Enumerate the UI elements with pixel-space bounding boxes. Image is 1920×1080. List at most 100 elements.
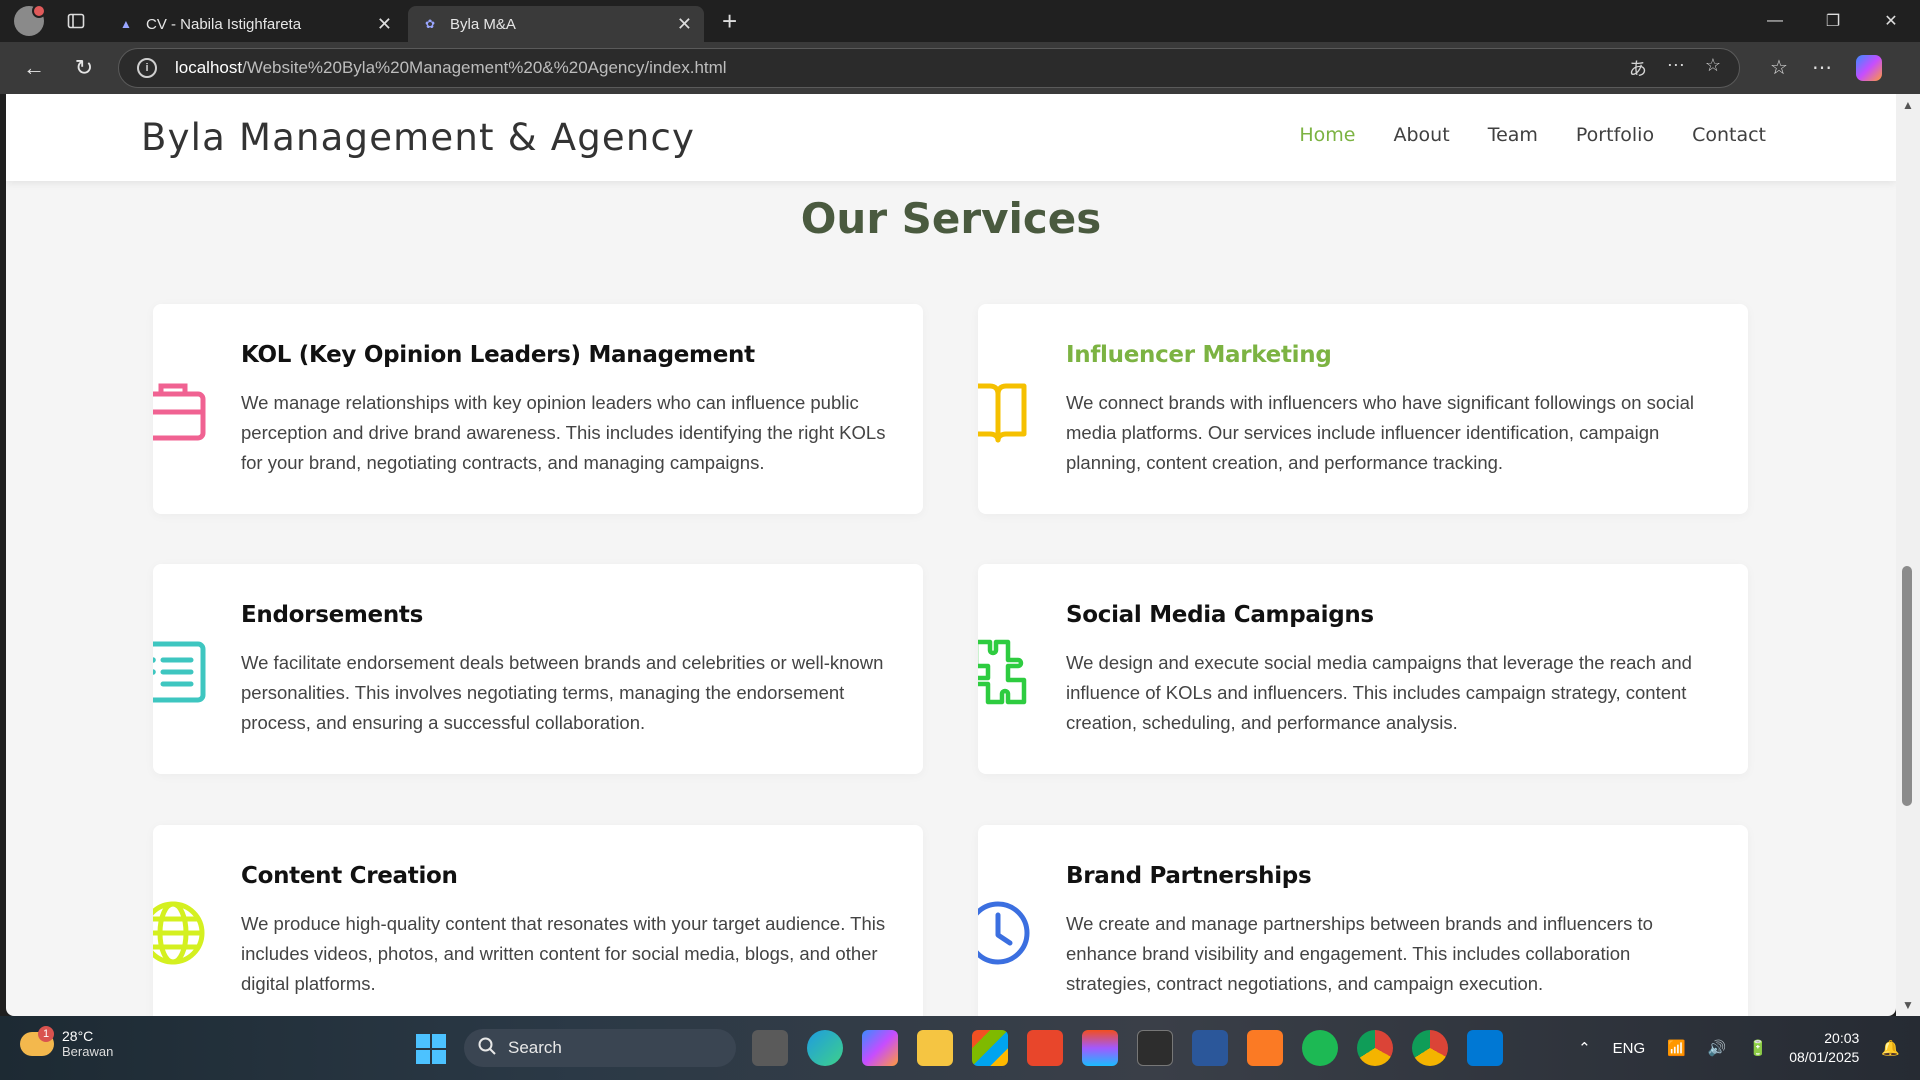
close-tab-icon[interactable]: ✕: [377, 14, 392, 35]
scrollbar-thumb[interactable]: [1902, 566, 1912, 806]
profile-avatar[interactable]: [14, 4, 46, 36]
taskbar-search[interactable]: Search: [464, 1029, 736, 1067]
weather-desc: Berawan: [62, 1044, 114, 1059]
favorites-list-icon[interactable]: ☆: [1770, 55, 1788, 81]
clock[interactable]: 20:03 08/01/2025: [1789, 1029, 1859, 1067]
nav-contact[interactable]: Contact: [1692, 124, 1766, 146]
services-title: Our Services: [800, 194, 1102, 243]
nav-about[interactable]: About: [1394, 124, 1450, 146]
new-tab-icon[interactable]: +: [722, 6, 737, 37]
copilot-app-icon[interactable]: [862, 1030, 898, 1066]
browser-tab-bar: ▲ CV - Nabila Istighfareta ✕ ✿ Byla M&A …: [0, 0, 1920, 42]
notification-bell-icon[interactable]: 🔔: [1881, 1039, 1900, 1057]
favorite-star-icon[interactable]: ☆: [1705, 55, 1721, 81]
brave-icon[interactable]: [1027, 1030, 1063, 1066]
url-host: localhost: [175, 58, 243, 77]
file-explorer-icon[interactable]: [917, 1030, 953, 1066]
terminal-icon[interactable]: [1137, 1030, 1173, 1066]
service-description: We facilitate endorsement deals between …: [241, 652, 884, 733]
service-description: We design and execute social media campa…: [1066, 652, 1692, 733]
service-title: Endorsements: [241, 602, 424, 628]
nav-team[interactable]: Team: [1488, 124, 1538, 146]
service-card-endorsements[interactable]: Endorsements We facilitate endorsement d…: [153, 564, 923, 774]
language-indicator[interactable]: ENG: [1613, 1040, 1646, 1057]
service-title: KOL (Key Opinion Leaders) Management: [241, 342, 755, 368]
puzzle-icon: [978, 639, 1027, 705]
figma-icon[interactable]: [1082, 1030, 1118, 1066]
service-card-brand-partnerships[interactable]: Brand Partnerships We create and manage …: [978, 825, 1748, 1016]
chevron-up-icon[interactable]: ⌃: [1578, 1039, 1591, 1057]
xampp-icon[interactable]: [1247, 1030, 1283, 1066]
settings-more-icon[interactable]: ⋯: [1812, 55, 1832, 81]
page-scrollbar[interactable]: ▲ ▼: [1896, 94, 1920, 1016]
back-arrow-icon[interactable]: ←: [14, 48, 54, 88]
nav-home[interactable]: Home: [1299, 124, 1355, 146]
word-icon[interactable]: [1192, 1030, 1228, 1066]
main-nav: Home About Team Portfolio Contact: [1299, 124, 1766, 146]
weather-badge: 1: [38, 1025, 54, 1042]
volume-icon[interactable]: 🔊: [1708, 1039, 1727, 1057]
vscode-icon[interactable]: [1467, 1030, 1503, 1066]
briefcase-icon: [153, 383, 206, 441]
task-view-icon[interactable]: [752, 1030, 788, 1066]
site-info-icon[interactable]: i: [137, 58, 157, 78]
clock-icon: [978, 901, 1030, 965]
service-description: We create and manage partnerships betwee…: [1066, 913, 1653, 994]
service-description: We connect brands with influencers who h…: [1066, 392, 1694, 473]
book-icon: [978, 383, 1027, 443]
system-tray: ⌃ ENG 📶 🔊 🔋 20:03 08/01/2025 🔔: [1578, 1016, 1900, 1080]
service-description: We manage relationships with key opinion…: [241, 392, 886, 473]
address-bar: ← ↻ i localhost/Website%20Byla%20Managem…: [0, 42, 1920, 94]
page-viewport: Byla Management & Agency Home About Team…: [6, 94, 1896, 1016]
edge-icon[interactable]: [807, 1030, 843, 1066]
taskbar-apps: [752, 1030, 1503, 1066]
service-title: Social Media Campaigns: [1066, 602, 1374, 628]
clock-date: 08/01/2025: [1789, 1049, 1860, 1065]
service-title: Content Creation: [241, 863, 458, 889]
service-title: Influencer Marketing: [1066, 342, 1332, 368]
translate-icon[interactable]: あ: [1629, 55, 1647, 81]
reload-icon[interactable]: ↻: [64, 48, 104, 88]
url-path: /Website%20Byla%20Management%20&%20Agenc…: [242, 58, 727, 77]
minimize-icon[interactable]: —: [1746, 0, 1804, 42]
service-card-kol[interactable]: KOL (Key Opinion Leaders) Management We …: [153, 304, 923, 514]
service-card-influencer[interactable]: Influencer Marketing We connect brands w…: [978, 304, 1748, 514]
battery-icon[interactable]: 🔋: [1749, 1039, 1768, 1057]
chrome-icon[interactable]: [1357, 1030, 1393, 1066]
site-header: Byla Management & Agency Home About Team…: [6, 94, 1896, 181]
tab-title: CV - Nabila Istighfareta: [146, 15, 302, 33]
search-icon: [478, 1037, 496, 1060]
close-tab-icon[interactable]: ✕: [677, 14, 692, 35]
page-favicon-icon: ▲: [120, 17, 132, 31]
tab-byla[interactable]: ✿ Byla M&A ✕: [408, 6, 704, 42]
more-page-actions-icon[interactable]: ⋯: [1667, 55, 1685, 81]
url-field[interactable]: i localhost/Website%20Byla%20Management%…: [118, 48, 1740, 88]
list-icon: [153, 641, 206, 703]
restore-icon[interactable]: ❐: [1804, 0, 1862, 42]
wifi-icon[interactable]: 📶: [1667, 1039, 1686, 1057]
service-description: We produce high-quality content that res…: [241, 913, 886, 994]
service-card-content-creation[interactable]: Content Creation We produce high-quality…: [153, 825, 923, 1016]
weather-cloud-icon: 1: [20, 1025, 54, 1056]
weather-widget[interactable]: 1 28°C Berawan: [20, 1025, 114, 1059]
service-card-social-media[interactable]: Social Media Campaigns We design and exe…: [978, 564, 1748, 774]
spotify-icon[interactable]: [1302, 1030, 1338, 1066]
start-button[interactable]: [416, 1034, 446, 1064]
search-label: Search: [508, 1038, 562, 1057]
globe-icon: [153, 901, 205, 965]
copilot-icon[interactable]: [1855, 55, 1882, 81]
site-brand[interactable]: Byla Management & Agency: [141, 116, 695, 159]
scroll-down-icon[interactable]: ▼: [1902, 998, 1914, 1012]
scroll-up-icon[interactable]: ▲: [1902, 98, 1914, 112]
tab-actions-icon[interactable]: [58, 3, 94, 39]
close-window-icon[interactable]: ✕: [1862, 0, 1920, 42]
store-icon[interactable]: [972, 1030, 1008, 1066]
tab-cv[interactable]: ▲ CV - Nabila Istighfareta ✕: [104, 6, 404, 42]
chrome-profile-icon[interactable]: [1412, 1030, 1448, 1066]
windows-taskbar: 1 28°C Berawan Search ⌃ ENG 📶 🔊 🔋 20:03 …: [0, 1016, 1920, 1080]
tab-title: Byla M&A: [450, 15, 516, 33]
weather-temp: 28°C: [62, 1028, 94, 1044]
clock-time: 20:03: [1824, 1030, 1860, 1046]
service-title: Brand Partnerships: [1066, 863, 1312, 889]
nav-portfolio[interactable]: Portfolio: [1576, 124, 1654, 146]
